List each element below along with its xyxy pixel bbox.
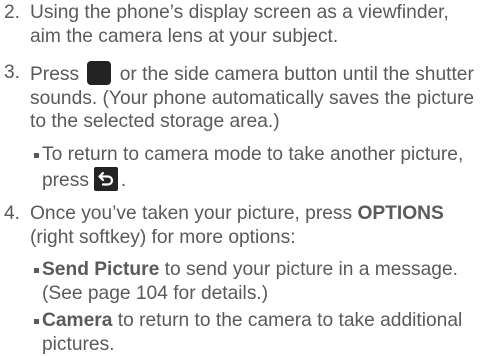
bullet-option-name: Camera: [42, 310, 113, 331]
bullet-item: Camera to return to the camera to take a…: [34, 309, 482, 356]
bullet-marker: [34, 268, 39, 273]
bullet-text: Camera to return to the camera to take a…: [42, 309, 482, 356]
instruction-page: 2. Using the phone’s display screen as a…: [0, 0, 485, 356]
step-text: Using the phone’s display screen as a vi…: [30, 2, 449, 47]
bullet-item: Send Picture to send your picture in a m…: [34, 258, 482, 305]
step-2: 2. Using the phone’s display screen as a…: [4, 1, 482, 48]
step-text-before-bold: Once you’ve taken your picture, press: [30, 203, 353, 224]
step-text: Press or the side camera button until th…: [30, 61, 482, 134]
bullet-text: To return to camera mode to take another…: [42, 143, 482, 192]
bullet-marker: [34, 153, 39, 158]
camera-key-icon: [87, 61, 112, 85]
bullet-marker: [34, 319, 39, 324]
bullet-text: Send Picture to send your picture in a m…: [42, 258, 482, 305]
step-text-after-bold: (right softkey) for more options:: [30, 226, 296, 248]
step-text-before-icon: Press: [30, 64, 80, 85]
step-number: 3.: [4, 62, 21, 83]
step-number: 2.: [4, 2, 21, 23]
bullet-option-name: Send Picture: [42, 259, 160, 280]
bullet-text-after-icon: .: [120, 169, 127, 191]
options-key-label: OPTIONS: [357, 203, 444, 224]
bullet-item: To return to camera mode to take another…: [34, 143, 482, 192]
step-3: 3. Press or the side camera button until…: [4, 61, 482, 134]
step-number: 4.: [4, 203, 21, 224]
back-icon: [93, 166, 118, 191]
step-4: 4. Once you’ve taken your picture, press…: [4, 202, 482, 249]
step-text: Once you’ve taken your picture, press OP…: [30, 202, 482, 249]
